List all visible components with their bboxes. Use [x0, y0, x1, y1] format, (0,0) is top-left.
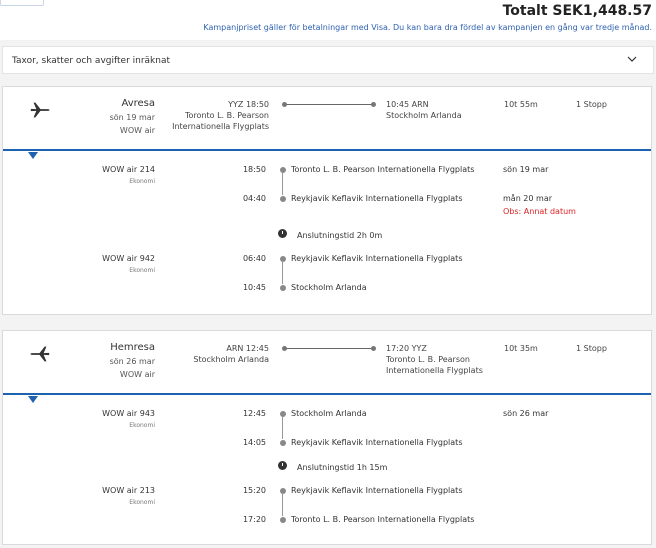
departure-time: ARN 12:45: [226, 344, 269, 353]
connection-time: Anslutningstid 2h 0m: [297, 231, 383, 240]
segment-arrival-time: 04:40: [242, 194, 266, 203]
outbound-stops: 1 Stopp: [576, 100, 607, 109]
segment-arrival-airport: Reykjavik Keflavik Internationella Flygp…: [291, 194, 463, 203]
segment-flight-number: WOW air 943: [102, 409, 155, 418]
segment-class: Ekonomi: [129, 499, 155, 506]
expand-indicator: [28, 152, 38, 159]
segment-dot: [280, 196, 286, 202]
segment-departure-time: 12:45: [242, 409, 266, 418]
segment-departure-airport: Reykjavik Keflavik Internationella Flygp…: [291, 486, 463, 495]
segment-line: [282, 262, 283, 284]
segment-flight-number: WOW air 213: [102, 486, 155, 495]
return-title: Hemresa: [110, 342, 155, 353]
clock-icon: [278, 461, 287, 470]
segment-arrival-airport: Reykjavik Keflavik Internationella Flygp…: [291, 438, 463, 447]
segment-flight-number: WOW air 942: [102, 254, 155, 263]
segment-arrival-airport: Stockholm Arlanda: [291, 283, 367, 292]
arrival-airport-line2: Internationella Flygplats: [386, 366, 483, 375]
outbound-title: Avresa: [121, 98, 155, 109]
segment-class: Ekonomi: [129, 267, 155, 274]
return-arrival: 17:20 YYZ Toronto L. B. Pearson Internat…: [386, 343, 483, 376]
segment-class: Ekonomi: [129, 178, 155, 185]
outbound-departure: YYZ 18:50 Toronto L. B. Pearson Internat…: [172, 99, 269, 132]
return-summary[interactable]: Hemresa sön 26 mar WOW air ARN 12:45 Sto…: [3, 331, 651, 395]
return-departure: ARN 12:45 Stockholm Arlanda: [193, 343, 269, 365]
outbound-card: Avresa sön 19 mar WOW air YYZ 18:50 Toro…: [2, 86, 652, 315]
return-date: sön 26 mar: [109, 357, 155, 366]
departure-time: YYZ 18:50: [228, 100, 269, 109]
top-tab[interactable]: [0, 0, 44, 6]
segment-dot: [280, 488, 286, 494]
segment-dot: [280, 285, 286, 291]
route-line: [282, 346, 376, 351]
expand-indicator: [28, 396, 38, 403]
segment-line: [282, 494, 283, 516]
departure-airport-line2: Internationella Flygplats: [172, 122, 269, 131]
clock-icon: [278, 229, 287, 238]
route-line: [282, 102, 376, 107]
segment-date: sön 19 mar: [503, 165, 549, 174]
departure-airport: Stockholm Arlanda: [193, 355, 269, 364]
date-change-warning: Obs: Annat datum: [503, 207, 576, 216]
outbound-arrival: 10:45 ARN Stockholm Arlanda: [386, 99, 462, 121]
return-card: Hemresa sön 26 mar WOW air ARN 12:45 Sto…: [2, 330, 652, 545]
segment-departure-time: 06:40: [242, 254, 266, 263]
segment-arrival-date: mån 20 mar: [503, 194, 553, 203]
price-header: Totalt SEK1,448.57 Kampanjpriset gäller …: [0, 0, 656, 40]
segment-departure-airport: Stockholm Arlanda: [291, 409, 367, 418]
outbound-duration: 10t 55m: [504, 100, 538, 109]
taxes-expander[interactable]: Taxor, skatter och avgifter inräknat: [2, 46, 654, 74]
return-airline: WOW air: [119, 370, 155, 379]
segment-departure-time: 18:50: [242, 165, 266, 174]
total-price: Totalt SEK1,448.57: [502, 3, 652, 19]
arrival-time: 10:45 ARN: [386, 100, 429, 109]
airplane-icon: [30, 346, 50, 362]
connection-time: Anslutningstid 1h 15m: [297, 463, 388, 472]
outbound-date: sön 19 mar: [109, 113, 155, 122]
segment-departure-time: 15:20: [242, 486, 266, 495]
segment-date: sön 26 mar: [503, 409, 549, 418]
return-duration: 10t 35m: [504, 344, 538, 353]
return-stops: 1 Stopp: [576, 344, 607, 353]
segment-class: Ekonomi: [129, 422, 155, 429]
arrival-airport: Stockholm Arlanda: [386, 111, 462, 120]
chevron-down-icon[interactable]: [627, 54, 637, 64]
segment-departure-airport: Toronto L. B. Pearson Internationella Fl…: [291, 165, 475, 174]
taxes-label: Taxor, skatter och avgifter inräknat: [12, 56, 171, 66]
promo-text: Kampanjpriset gäller för betalningar med…: [203, 23, 652, 32]
segment-dot: [280, 167, 286, 173]
segment-dot: [280, 256, 286, 262]
segment-arrival-time: 14:05: [242, 438, 266, 447]
segment-departure-airport: Reykjavik Keflavik Internationella Flygp…: [291, 254, 463, 263]
outbound-airline: WOW air: [119, 126, 155, 135]
segment-dot: [280, 440, 286, 446]
segment-flight-number: WOW air 214: [102, 165, 155, 174]
outbound-summary[interactable]: Avresa sön 19 mar WOW air YYZ 18:50 Toro…: [3, 87, 651, 151]
segment-arrival-airport: Toronto L. B. Pearson Internationella Fl…: [291, 515, 475, 524]
segment-dot: [280, 411, 286, 417]
segment-line: [282, 173, 283, 195]
segment-arrival-time: 10:45: [242, 283, 266, 292]
arrival-time: 17:20 YYZ: [386, 344, 427, 353]
segment-line: [282, 417, 283, 439]
arrival-airport-line1: Toronto L. B. Pearson: [386, 355, 470, 364]
departure-airport-line1: Toronto L. B. Pearson: [185, 111, 269, 120]
segment-dot: [280, 517, 286, 523]
segment-arrival-time: 17:20: [242, 515, 266, 524]
airplane-icon: [30, 102, 50, 118]
